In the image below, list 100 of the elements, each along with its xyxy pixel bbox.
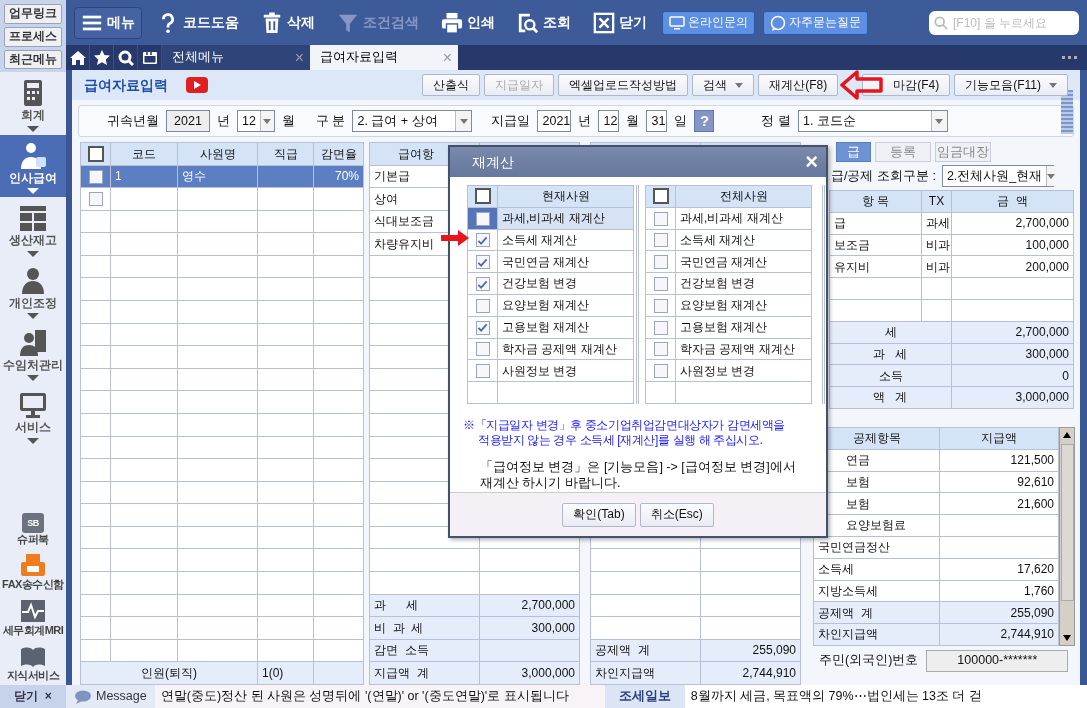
search-field[interactable]: [F10] 을 누르세요 bbox=[929, 10, 1079, 35]
checkbox[interactable] bbox=[653, 255, 668, 270]
action-button[interactable]: 재계산(F8) bbox=[758, 74, 839, 96]
dialog-button[interactable]: 확인(Tab) bbox=[562, 502, 636, 527]
sidebar-shortcut[interactable]: 세무회계MRI bbox=[0, 594, 66, 640]
table-cell: 차인지급액 bbox=[813, 623, 940, 646]
select-field[interactable]: 12 bbox=[237, 110, 275, 132]
checkbox[interactable] bbox=[475, 211, 490, 226]
checkbox[interactable] bbox=[475, 342, 490, 357]
news-ticker[interactable]: 8월까지 세금, 목표액의 79%⋯법인세는 13조 더 걷 bbox=[684, 685, 988, 708]
select-field[interactable]: 2.전체사원_현재 bbox=[941, 165, 1054, 187]
field-label: 월 bbox=[282, 113, 295, 129]
dialog-button[interactable]: 취소(Esc) bbox=[639, 502, 714, 527]
sidebar-shortcut[interactable]: FAX송수신함 bbox=[0, 549, 66, 595]
list-item[interactable]: 요양보험 재계산 bbox=[675, 294, 812, 317]
column-header: TX bbox=[921, 190, 952, 213]
checkbox[interactable] bbox=[653, 277, 668, 291]
list-item[interactable]: 사원정보 변경 bbox=[675, 359, 812, 382]
list-item[interactable]: 국민연금 재계산 bbox=[675, 250, 812, 273]
toolbar-button[interactable]: 메뉴 bbox=[74, 6, 142, 39]
checkbox[interactable] bbox=[474, 188, 491, 205]
list-item[interactable]: 학자금 공제액 재계산 bbox=[497, 338, 634, 360]
sidebar-close-button[interactable]: 닫기 × bbox=[0, 685, 66, 708]
module-menu-item[interactable]: 인사급여 bbox=[0, 134, 66, 198]
checkbox[interactable] bbox=[653, 364, 668, 379]
list-item[interactable]: 요양보험 재계산 bbox=[497, 294, 634, 317]
sidebar-link-button[interactable]: 최근메뉴 bbox=[4, 49, 62, 70]
sidebar-link-button[interactable]: 프로세스 bbox=[4, 26, 62, 47]
action-button[interactable]: 기능모음(F11) bbox=[954, 74, 1068, 96]
list-item[interactable]: 학자금 공제액 재계산 bbox=[675, 338, 812, 360]
module-menu-item[interactable]: 생산재고 bbox=[0, 197, 66, 260]
toolbar-button[interactable]: 조회 bbox=[510, 6, 578, 39]
checkbox[interactable] bbox=[652, 188, 669, 205]
toolbar-button[interactable]: 삭제 bbox=[254, 6, 322, 39]
column-header: 사원명 bbox=[177, 142, 258, 166]
list-item[interactable]: 소득세 재계산 bbox=[497, 229, 634, 251]
checkbox[interactable] bbox=[87, 145, 104, 162]
sidebar-link-button[interactable]: 업무링크 bbox=[4, 4, 62, 24]
list-item[interactable]: 고용보험 재계산 bbox=[675, 316, 812, 339]
column-header: 금 액 bbox=[951, 190, 1074, 213]
list-item[interactable]: 과세,비과세 재계산 bbox=[675, 207, 812, 230]
tab-label[interactable]: 전체메뉴 bbox=[172, 50, 224, 65]
action-button[interactable]: 산출식 bbox=[422, 74, 481, 96]
list-item[interactable]: 건강보험 변경 bbox=[675, 272, 812, 295]
column-header: 지급액 bbox=[939, 427, 1059, 450]
list-item[interactable]: 소득세 재계산 bbox=[675, 229, 812, 251]
table-cell: 비 과 세 bbox=[369, 616, 480, 640]
input-field[interactable]: 31 bbox=[646, 110, 668, 132]
list-item[interactable]: 국민연금 재계산 bbox=[497, 250, 634, 273]
input-field[interactable]: 2021 bbox=[166, 110, 210, 132]
checkbox[interactable] bbox=[88, 192, 103, 207]
select-field[interactable]: 2. 급여 + 상여 bbox=[352, 110, 473, 132]
employee-row[interactable] bbox=[80, 187, 364, 211]
table-cell: 보조금 bbox=[829, 234, 922, 256]
checkbox[interactable] bbox=[475, 364, 490, 379]
table-cell: 지방소득세 bbox=[813, 580, 940, 602]
table-cell: 유지비 bbox=[829, 255, 922, 278]
checkbox[interactable] bbox=[653, 233, 668, 248]
checkbox[interactable] bbox=[653, 342, 668, 357]
checkbox[interactable] bbox=[475, 277, 490, 291]
table-cell: 차인지급액 bbox=[590, 661, 701, 685]
column-header: 코드 bbox=[110, 142, 178, 166]
table-cell: 공제액 계 bbox=[813, 601, 940, 624]
toolbar-button[interactable]: 닫기 bbox=[586, 6, 654, 39]
table-cell: 121,500 bbox=[939, 449, 1059, 472]
tab-label[interactable]: 급여자료입력 bbox=[320, 50, 398, 65]
input-field[interactable]: 12 bbox=[598, 110, 620, 132]
toolbar-button[interactable]: 인쇄 bbox=[434, 6, 502, 39]
info-text: 「급여정보 변경」은 [기능모음] -> [급여정보 변경]에서 재계산 하시기 바랍니다. bbox=[479, 458, 797, 492]
scrollbar[interactable] bbox=[1059, 426, 1075, 646]
tab[interactable]: 급여자료입력 × bbox=[310, 45, 458, 70]
sidebar-shortcut[interactable]: 지식서비스 bbox=[0, 639, 66, 685]
action-button[interactable]: 검색 bbox=[692, 74, 755, 96]
table-cell: 92,610 bbox=[939, 471, 1059, 493]
list-item[interactable]: 건강보험 변경 bbox=[497, 272, 634, 295]
module-menu-item[interactable]: 서비스 bbox=[0, 384, 66, 447]
list-item[interactable]: 사원정보 변경 bbox=[497, 359, 634, 382]
checkbox[interactable] bbox=[653, 320, 668, 335]
side-handle[interactable] bbox=[1061, 90, 1073, 134]
list-item[interactable]: 고용보험 재계산 bbox=[497, 316, 634, 339]
table-cell: 2,700,000 bbox=[951, 212, 1074, 235]
input-field[interactable]: 2021 bbox=[537, 110, 572, 132]
module-menu-item[interactable]: 개인조정 bbox=[0, 259, 66, 322]
checkbox[interactable] bbox=[475, 233, 490, 248]
toolbar-button[interactable]: 코드도움 bbox=[150, 6, 246, 39]
module-menu-item[interactable]: 수임처관리 bbox=[0, 321, 66, 385]
input-field[interactable]: 100000-******* bbox=[926, 649, 1069, 672]
checkbox[interactable] bbox=[475, 255, 490, 270]
checkbox[interactable] bbox=[653, 211, 668, 226]
column-header: 전체사원 bbox=[675, 185, 812, 208]
close-button[interactable]: × bbox=[805, 148, 818, 176]
tab[interactable]: 전체메뉴 × bbox=[162, 45, 310, 70]
checkbox[interactable] bbox=[475, 320, 490, 335]
checkbox[interactable] bbox=[475, 298, 490, 313]
select-field[interactable]: 1. 코드순 bbox=[797, 110, 948, 132]
checkbox[interactable] bbox=[88, 169, 103, 184]
employee-row[interactable]: 1 영수 70% bbox=[80, 165, 364, 188]
action-button[interactable]: 엑셀업로드작성방법 bbox=[558, 74, 689, 96]
checkbox[interactable] bbox=[653, 298, 668, 313]
sidebar-shortcut[interactable]: SB 슈퍼북 bbox=[0, 510, 66, 550]
